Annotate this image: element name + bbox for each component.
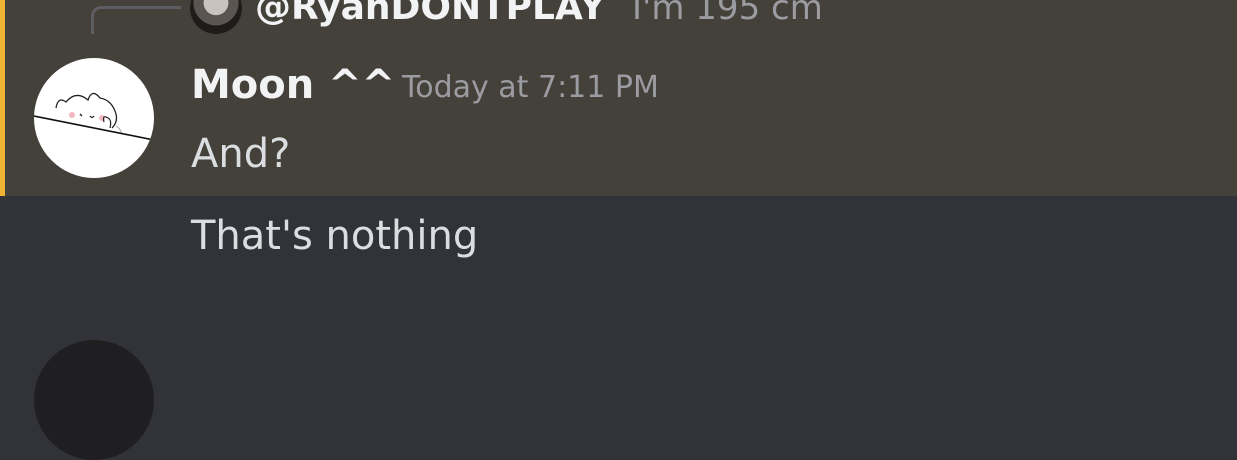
message-author-avatar[interactable] <box>34 58 154 178</box>
message-line: That's nothing <box>191 213 479 259</box>
reply-author-name[interactable]: @RyanDONTPLAY <box>255 0 605 30</box>
reply-preview-text[interactable]: I'm 195 cm <box>632 0 823 30</box>
cat-peeking-icon <box>34 92 154 141</box>
next-message-avatar[interactable] <box>34 340 154 460</box>
message-timestamp: Today at 7:11 PM <box>402 70 659 105</box>
mention-indicator-bar <box>0 0 5 196</box>
message-line: And? <box>191 131 291 177</box>
reply-connector-icon <box>91 6 181 34</box>
message-author-name[interactable]: Moon ^^ <box>191 60 395 110</box>
